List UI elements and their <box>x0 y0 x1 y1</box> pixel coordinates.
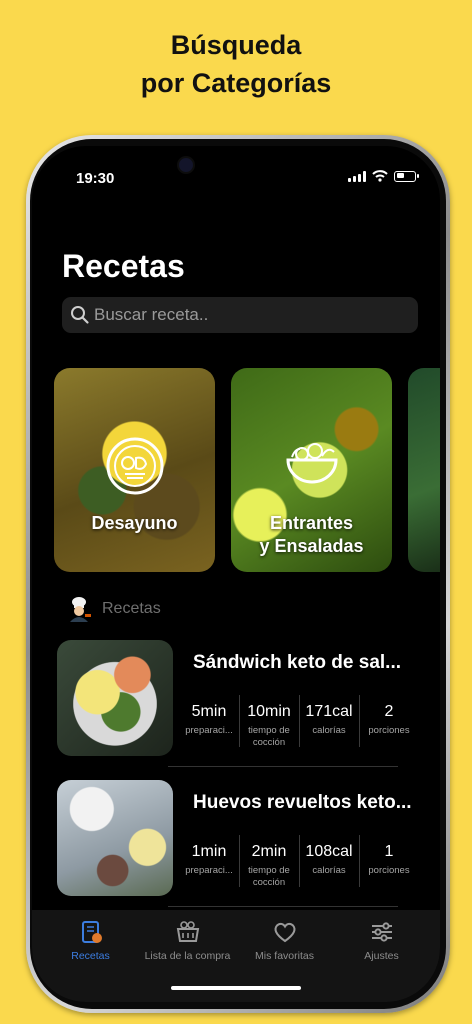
breakfast-plate-icon <box>106 437 163 495</box>
recipe-image <box>57 640 173 756</box>
stat-calories: 108cal calorías <box>299 833 359 893</box>
divider <box>168 906 398 907</box>
home-indicator[interactable] <box>171 986 301 990</box>
recipe-card[interactable]: Sándwich keto de sal... 5min preparaci...… <box>57 638 417 758</box>
stat-servings: 2 porciones <box>359 693 419 753</box>
search-icon <box>71 306 89 324</box>
tab-bar: Recetas Lista de la compra Mis favoritas <box>32 910 440 1002</box>
section-title: Recetas <box>102 600 161 617</box>
app-screen: 19:30 Recetas Buscar receta.. Desayuno E… <box>32 146 440 1002</box>
category-card-entrantes[interactable]: Entrantes y Ensaladas <box>231 368 392 572</box>
stat-cook: 10min tiempo de cocción <box>239 693 299 753</box>
status-icons <box>348 170 419 182</box>
page-title: Recetas <box>62 248 185 284</box>
section-header: Recetas <box>66 596 161 622</box>
tab-label: Recetas <box>71 950 110 962</box>
stat-calories: 171cal calorías <box>299 693 359 753</box>
signal-icon <box>348 170 366 182</box>
tab-label: Mis favoritas <box>255 950 314 962</box>
front-camera <box>177 156 195 174</box>
divider <box>168 766 398 767</box>
recipe-name: Huevos revueltos keto... <box>193 792 412 813</box>
stat-servings: 1 porciones <box>359 833 419 893</box>
heart-icon <box>274 922 295 943</box>
recipe-card[interactable]: Huevos revueltos keto... 1min preparaci..… <box>57 778 417 898</box>
stat-cook: 2min tiempo de cocción <box>239 833 299 893</box>
recipe-stats: 1min preparaci... 2min tiempo de cocción 1… <box>179 833 419 893</box>
category-card-desayuno[interactable]: Desayuno <box>54 368 215 572</box>
category-card-partial[interactable] <box>408 368 440 572</box>
tab-label: Ajustes <box>364 950 399 962</box>
chef-icon <box>70 597 91 622</box>
battery-icon <box>394 170 419 182</box>
promo-title-line-2: por Categorías <box>140 68 332 98</box>
tab-label: Lista de la compra <box>144 950 231 962</box>
category-label: Desayuno <box>91 513 178 533</box>
category-carousel[interactable]: Desayuno Entrantes y Ensaladas <box>54 368 440 572</box>
status-time: 19:30 <box>76 170 115 187</box>
stat-prep: 1min preparaci... <box>185 843 233 876</box>
recipe-stats: 5min preparaci... 10min tiempo de cocción … <box>179 693 419 753</box>
recipe-book-icon <box>81 921 102 943</box>
sliders-icon <box>371 922 392 942</box>
recipe-name: Sándwich keto de sal... <box>193 652 402 673</box>
shopping-basket-icon <box>176 921 199 942</box>
recipe-image <box>57 780 173 896</box>
category-label: Entrantes y Ensaladas <box>259 513 364 556</box>
salad-bowl-icon <box>285 443 338 484</box>
stat-prep: 5min preparaci... <box>185 703 233 736</box>
search-input[interactable]: Buscar receta.. <box>62 297 418 333</box>
promo-title-line-1: Búsqueda <box>170 30 302 60</box>
search-placeholder: Buscar receta.. <box>94 305 209 324</box>
promo-title: Búsqueda por Categorías <box>0 26 472 102</box>
tab-recetas[interactable]: Recetas <box>42 910 139 1002</box>
wifi-icon <box>372 170 388 182</box>
tab-ajustes[interactable]: Ajustes <box>333 910 430 1002</box>
